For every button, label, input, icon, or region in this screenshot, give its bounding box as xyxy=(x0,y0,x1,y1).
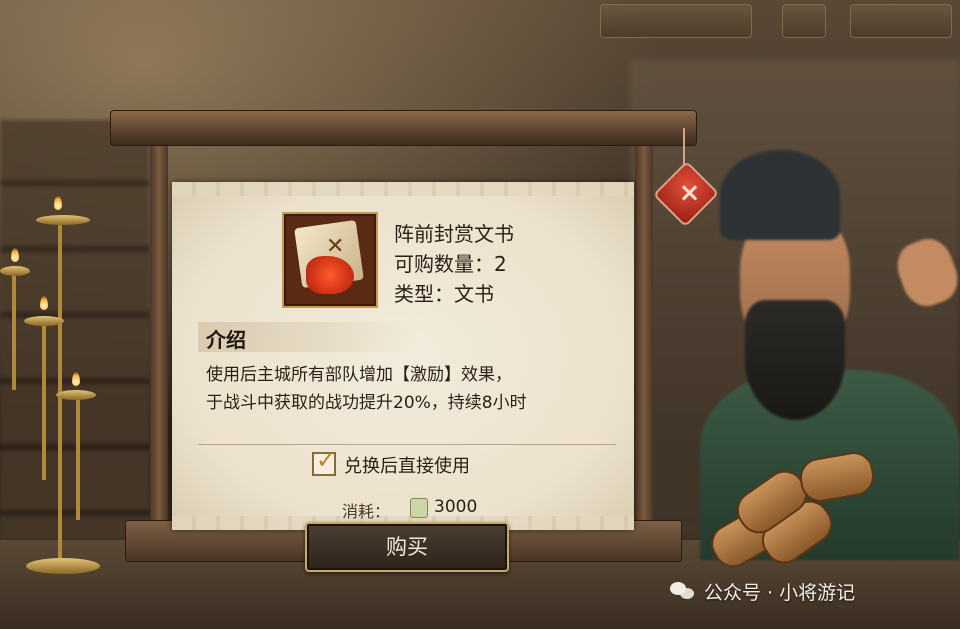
buy-button[interactable]: 购买 xyxy=(305,522,509,572)
paper-top-border xyxy=(172,182,634,196)
candelabra xyxy=(0,190,110,580)
purchase-dialog: ✕ 阵前封赏文书 可购数量：2 类型：文书 介绍 使用后主城所有部队增加【激励】… xyxy=(172,182,634,530)
copper-coin-icon xyxy=(410,498,428,518)
top-hud xyxy=(600,0,960,42)
cost-label: 消耗： xyxy=(342,502,391,521)
hud-back-button[interactable] xyxy=(850,4,952,38)
watermark: 公众号 · 小将游记 xyxy=(670,575,855,607)
hud-help-text xyxy=(783,13,799,29)
cost-value: 3000 xyxy=(434,497,478,517)
intro-line-2: 于战斗中获取的战功提升20%，持续8小时 xyxy=(206,393,527,413)
check-icon: ✓ xyxy=(316,446,337,474)
intro-line-1: 使用后主城所有部队增加【激励】效果， xyxy=(206,365,512,385)
item-type: 类型：文书 xyxy=(394,282,494,306)
hud-resource xyxy=(600,4,752,38)
scroll-item-icon: ✕ xyxy=(282,212,378,308)
dialog-top-bar xyxy=(110,110,697,146)
hud-help-button[interactable] xyxy=(782,4,826,38)
hud-resource-text xyxy=(601,13,617,29)
game-scene: × ✕ 阵前封赏文书 可购数量：2 类型：文书 介绍 使用后主城所有部队增加【激… xyxy=(0,0,960,629)
use-immediately-label[interactable]: 兑换后直接使用 xyxy=(344,452,470,478)
item-quantity: 可购数量：2 xyxy=(394,252,507,276)
watermark-text: 公众号 · 小将游记 xyxy=(704,581,856,604)
intro-title: 介绍 xyxy=(206,328,246,352)
hud-back-text xyxy=(851,13,867,29)
item-name: 阵前封赏文书 xyxy=(394,222,514,246)
use-immediately-checkbox[interactable]: ✓ xyxy=(312,446,336,476)
wechat-icon xyxy=(670,580,696,602)
close-icon: × xyxy=(678,178,701,209)
divider xyxy=(198,444,616,445)
scroll-pile xyxy=(700,448,878,575)
